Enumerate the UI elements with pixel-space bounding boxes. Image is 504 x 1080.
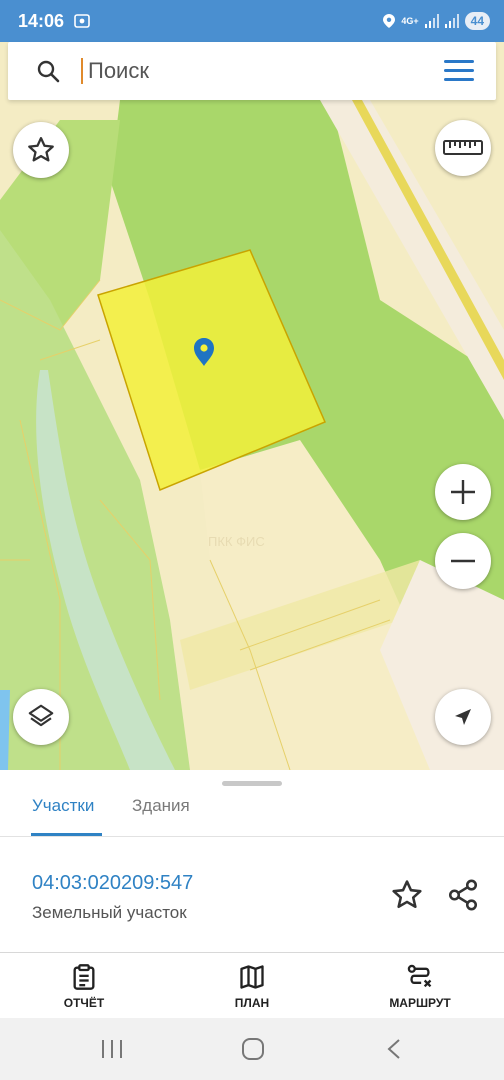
- zoom-in-icon: [451, 480, 475, 504]
- network-type: 4G+: [401, 16, 419, 26]
- zoom-out-icon: [451, 559, 475, 563]
- star-icon: [28, 137, 54, 162]
- location-icon: [383, 14, 396, 28]
- system-navigation-bar: [0, 1018, 504, 1080]
- search-bar: [8, 42, 496, 100]
- search-icon[interactable]: [36, 59, 60, 83]
- nav-route[interactable]: МАРШРУТ: [360, 953, 480, 1019]
- route-icon: [407, 964, 432, 988]
- favorites-button[interactable]: [13, 122, 69, 178]
- signal-icon-2: [444, 14, 459, 28]
- nav-report-label: ОТЧЁТ: [63, 996, 105, 1010]
- ruler-icon: [443, 140, 483, 155]
- tabs: Участки Здания: [0, 790, 504, 836]
- report-clipboard-icon: [73, 964, 95, 990]
- layers-button[interactable]: [13, 689, 69, 745]
- map-watermark: ПКК ФИС: [208, 534, 265, 549]
- menu-line: [444, 60, 474, 63]
- nav-route-label: МАРШРУТ: [389, 996, 451, 1010]
- map-view[interactable]: ПКК ФИС: [0, 42, 504, 770]
- signal-icon: [424, 14, 439, 28]
- parcel-type: Земельный участок: [32, 903, 187, 922]
- bottom-navigation: ОТЧЁТ ПЛАН МАРШРУТ: [0, 952, 504, 1018]
- zoom-in-button[interactable]: [435, 464, 491, 520]
- layers-icon: [28, 704, 54, 727]
- add-favorite-star-icon[interactable]: [390, 878, 424, 912]
- menu-line: [444, 69, 474, 72]
- tab-buildings[interactable]: Здания: [132, 796, 190, 816]
- nav-report[interactable]: ОТЧЁТ: [24, 953, 144, 1019]
- tab-parcels[interactable]: Участки: [32, 796, 94, 816]
- ruler-button[interactable]: [435, 120, 491, 176]
- battery-level: 44: [464, 12, 490, 30]
- status-bar: 14:06 4G+ 44: [0, 0, 504, 42]
- nav-plan-label: ПЛАН: [234, 996, 270, 1010]
- divider: [0, 836, 504, 837]
- map-canvas: ПКК ФИС: [0, 42, 504, 770]
- home-icon[interactable]: [241, 1038, 265, 1060]
- parcel-cadastral-number[interactable]: 04:03:020209:547: [32, 872, 193, 895]
- text-cursor: [81, 58, 83, 84]
- status-time: 14:06: [18, 11, 65, 31]
- sheet-drag-handle[interactable]: [222, 781, 282, 786]
- menu-line: [444, 78, 474, 81]
- my-location-button[interactable]: [435, 689, 491, 745]
- back-icon[interactable]: [384, 1038, 404, 1060]
- zoom-out-button[interactable]: [435, 533, 491, 589]
- menu-button[interactable]: [442, 58, 476, 84]
- navigation-arrow-icon: [455, 709, 471, 725]
- share-icon[interactable]: [446, 878, 480, 912]
- search-input[interactable]: [88, 55, 418, 87]
- nav-plan[interactable]: ПЛАН: [192, 953, 312, 1019]
- status-icons: 4G+ 44: [383, 9, 490, 33]
- bottom-sheet: Участки Здания 04:03:020209:547 Земельны…: [0, 770, 504, 952]
- map-plan-icon: [240, 965, 264, 989]
- screenshot-icon: [74, 14, 90, 28]
- recent-apps-icon[interactable]: [100, 1038, 124, 1060]
